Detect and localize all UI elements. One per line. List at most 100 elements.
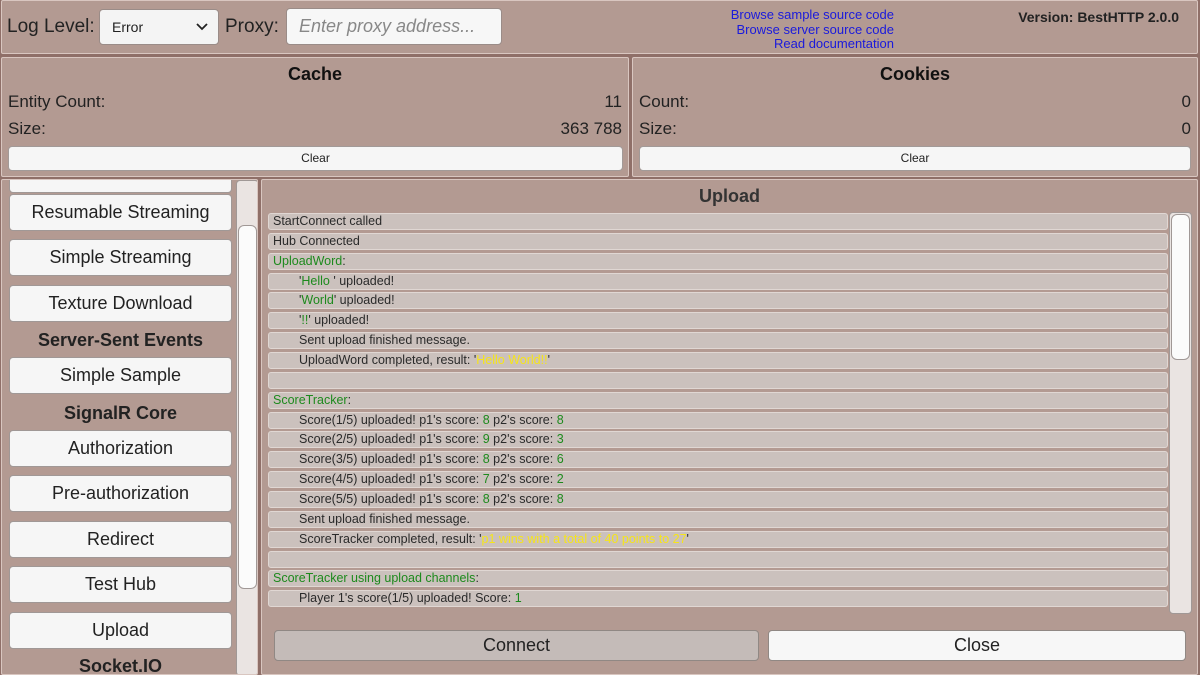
log-text: ' uploaded! — [308, 313, 370, 328]
log-entry: ScoreTracker using upload channels: — [268, 570, 1168, 588]
log-highlight-text: 8 — [556, 412, 564, 427]
sidebar-item-redirect[interactable]: Redirect — [9, 521, 232, 558]
sidebar-scrollbar[interactable] — [236, 180, 257, 674]
log-scrollbar-thumb[interactable] — [1171, 214, 1190, 360]
sidebar-item-partial[interactable] — [9, 180, 232, 193]
log-text: Score(5/5) uploaded! p1's score: — [299, 491, 483, 506]
log-text: p2's score: — [489, 452, 557, 467]
log-level-value: Error — [112, 19, 144, 35]
log-entry: Player 1's score(1/5) uploaded! Score: 1 — [268, 590, 1168, 608]
log-text: ' — [686, 531, 689, 546]
section-header-socket-io: Socket.IO — [78, 656, 163, 675]
log-entry — [268, 550, 1168, 568]
log-entry: Score(5/5) uploaded! p1's score: 8 p2's … — [268, 490, 1168, 508]
cookies-size-value: 0 — [1181, 119, 1191, 138]
log-result-text: p1 wins with a total of 40 points to 27 — [481, 531, 687, 546]
connect-button[interactable]: Connect — [274, 630, 759, 661]
sidebar-item-simple-sample[interactable]: Simple Sample — [9, 357, 232, 394]
sidebar-item-pre-authorization[interactable]: Pre-authorization — [9, 475, 232, 512]
cookies-count-label: Count: — [639, 92, 690, 111]
samples-sidebar: Resumable Streaming Simple Streaming Tex… — [1, 179, 258, 675]
log-highlight-text: 6 — [556, 452, 564, 467]
cache-title: Cache — [287, 64, 343, 84]
cache-entity-count-label: Entity Count: — [8, 92, 106, 111]
read-documentation-link[interactable]: Read documentation — [602, 36, 894, 52]
log-entry: 'World' uploaded! — [268, 292, 1168, 310]
cookies-clear-button[interactable]: Clear — [639, 146, 1191, 171]
log-text: ' — [547, 353, 550, 367]
sidebar-item-texture-download[interactable]: Texture Download — [9, 285, 232, 322]
log-text: p2's score: — [489, 491, 557, 506]
section-header-server-sent-events: Server-Sent Events — [37, 330, 204, 350]
cache-panel: Cache Entity Count: 11 Size: 363 788 Cle… — [1, 57, 629, 177]
log-highlight-text: Hello — [301, 273, 334, 288]
log-text: Player 1's score(1/5) uploaded! Score: — [299, 591, 515, 606]
log-entry: Sent upload finished message. — [268, 510, 1168, 528]
log-entry: Score(4/5) uploaded! p1's score: 7 p2's … — [268, 471, 1168, 489]
log-highlight-text: 8 — [482, 452, 490, 467]
log-text: Hub Connected — [273, 233, 360, 248]
sidebar-scrollbar-thumb[interactable] — [238, 225, 257, 589]
log-text: Score(3/5) uploaded! p1's score: — [299, 452, 483, 467]
log-text: ' uploaded! — [333, 273, 395, 288]
log-text: : — [475, 571, 479, 586]
log-level-select[interactable]: Error — [99, 9, 219, 45]
cache-entity-count-value: 11 — [604, 92, 622, 111]
log-entry: StartConnect called — [268, 213, 1168, 230]
log-level-label: Log Level: — [7, 16, 95, 37]
version-label: Version: BestHTTP 2.0.0 — [1018, 9, 1179, 25]
sidebar-item-simple-streaming[interactable]: Simple Streaming — [9, 239, 232, 276]
log-entry: Score(1/5) uploaded! p1's score: 8 p2's … — [268, 411, 1168, 429]
top-toolbar: Log Level: Error Proxy: Browse sample so… — [1, 0, 1198, 54]
proxy-input[interactable] — [286, 8, 502, 45]
log-highlight-text: 8 — [482, 412, 490, 427]
log-text: Score(4/5) uploaded! p1's score: — [299, 472, 483, 487]
log-text: p2's score: — [489, 472, 557, 487]
log-entry — [268, 371, 1168, 389]
log-highlight-text: 1 — [514, 591, 522, 606]
close-button[interactable]: Close — [768, 630, 1186, 661]
log-scrollbar[interactable] — [1169, 212, 1192, 614]
sidebar-item-upload[interactable]: Upload — [9, 612, 232, 649]
log-highlight-text: ScoreTracker — [273, 392, 348, 407]
log-entry: '!!' uploaded! — [268, 312, 1168, 330]
log-text: : — [347, 392, 352, 407]
log-highlight-text: 8 — [482, 491, 490, 506]
cache-clear-button[interactable]: Clear — [8, 146, 623, 171]
log-text: Sent upload finished message. — [299, 511, 470, 526]
log-text: p2's score: — [489, 412, 557, 427]
cookies-count-value: 0 — [1181, 92, 1191, 111]
log-text: ' uploaded! — [333, 293, 395, 308]
browse-sample-source-link[interactable]: Browse sample source code — [602, 7, 894, 23]
log-entry: ScoreTracker completed, result: 'p1 wins… — [268, 530, 1168, 548]
log-text: Score(2/5) uploaded! p1's score: — [299, 432, 483, 447]
log-entry: Hub Connected — [268, 232, 1168, 250]
upload-title: Upload — [699, 186, 760, 206]
sidebar-item-resumable-streaming[interactable]: Resumable Streaming — [9, 194, 232, 231]
log-result-text: Hello World!! — [476, 353, 548, 367]
log-text: : — [342, 253, 346, 268]
log-entry: UploadWord completed, result: 'Hello Wor… — [268, 352, 1168, 369]
sidebar-item-test-hub[interactable]: Test Hub — [9, 566, 232, 603]
cache-size-value: 363 788 — [560, 119, 622, 138]
cookies-panel: Cookies Count: 0 Size: 0 Clear — [632, 57, 1198, 177]
log-entry: 'Hello ' uploaded! — [268, 272, 1168, 290]
proxy-label: Proxy: — [225, 16, 279, 37]
log-highlight-text: 9 — [482, 432, 490, 447]
log-entry: Sent upload finished message. — [268, 332, 1168, 350]
log-entry: Score(3/5) uploaded! p1's score: 8 p2's … — [268, 451, 1168, 469]
log-text: UploadWord completed, result: ' — [299, 353, 477, 367]
log-text: ScoreTracker completed, result: ' — [299, 531, 482, 546]
cookies-title: Cookies — [879, 64, 951, 84]
log-highlight-text: World — [301, 293, 334, 308]
log-text: StartConnect called — [273, 214, 383, 228]
browse-server-source-link[interactable]: Browse server source code — [602, 22, 894, 38]
chevron-down-icon — [196, 23, 208, 31]
log-entry: ScoreTracker: — [268, 391, 1168, 409]
cache-size-label: Size: — [8, 119, 46, 138]
cookies-size-label: Size: — [639, 119, 677, 138]
sidebar-item-authorization[interactable]: Authorization — [9, 430, 232, 467]
links-group: Browse sample source code Browse server … — [602, 7, 894, 52]
log-text: Score(1/5) uploaded! p1's score: — [299, 412, 483, 427]
log-highlight-text: 8 — [556, 491, 564, 506]
